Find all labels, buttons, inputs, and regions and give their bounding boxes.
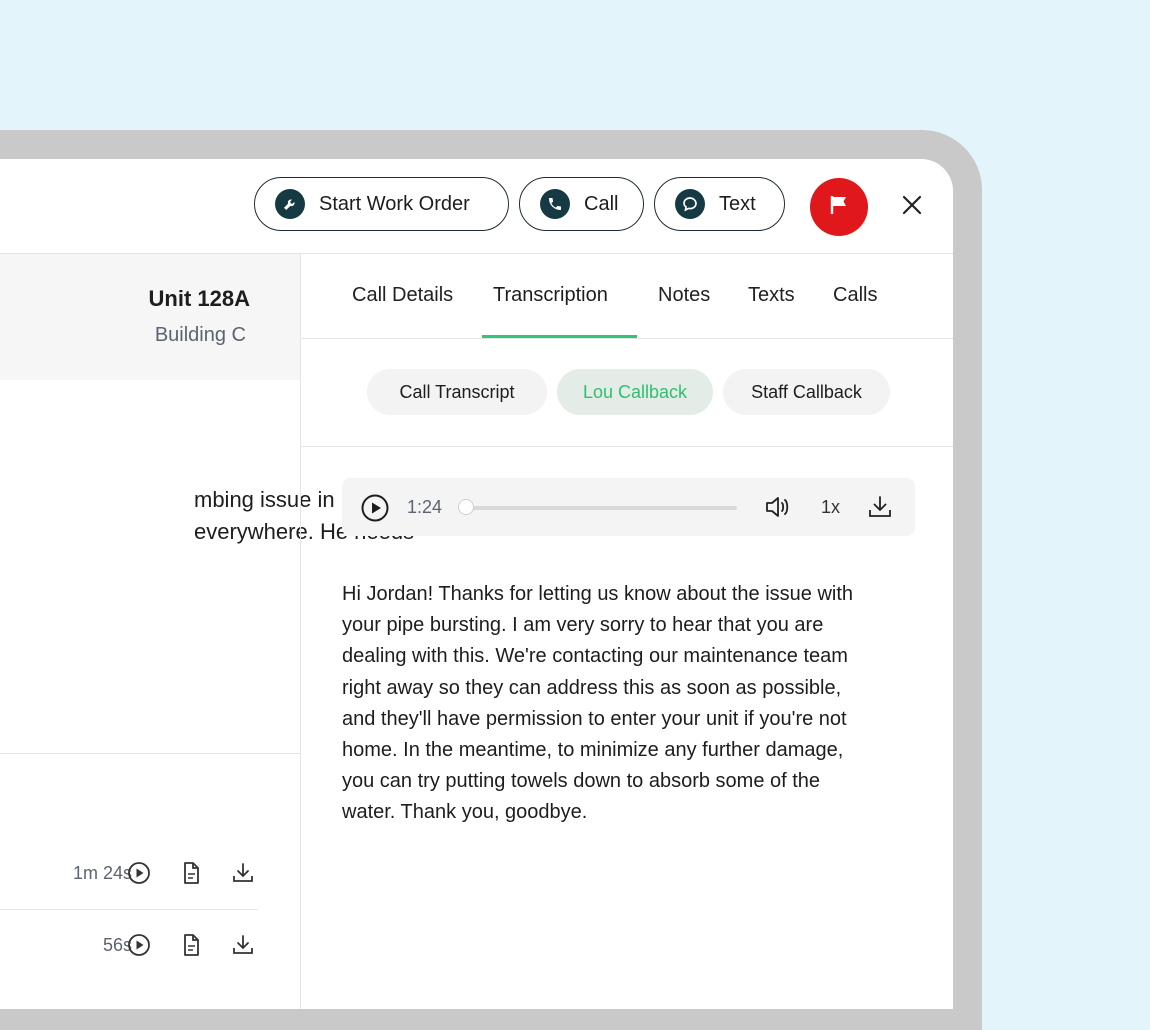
subtab-call-transcript[interactable]: Call Transcript [367,369,547,415]
text-button[interactable]: Text [654,177,785,231]
play-icon[interactable] [125,859,153,887]
start-work-order-label: Start Work Order [319,192,470,215]
transcript-line: and they'll have permission to enter you… [342,707,847,730]
text-label: Text [719,192,756,215]
download-icon[interactable] [866,493,894,526]
transcript-line: right away so they can address this as s… [342,676,842,699]
chat-bubble-icon [675,189,705,219]
unit-building: Building C [154,324,246,346]
tab-texts[interactable]: Texts [748,284,795,307]
active-tab-indicator [482,335,637,338]
recording-row: 56s [0,917,300,977]
tab-transcription[interactable]: Transcription [493,284,608,307]
close-button[interactable] [898,191,926,219]
transcript-line: you can try putting towels down to absor… [342,770,821,793]
app-screen: Start Work Order Call Text Unit 128A Bui… [0,159,953,1009]
detail-tabs: Call Details Transcription Notes Texts C… [301,254,953,339]
unit-header: Unit 128A Building C [0,254,300,380]
wrench-icon [275,189,305,219]
recording-duration: 1m 24s [72,863,132,883]
close-icon [898,195,926,223]
audio-player: 1:24 1x [342,478,915,536]
phone-icon [540,189,570,219]
transcript-source-tabs: Call Transcript Lou Callback Staff Callb… [301,339,953,447]
call-button[interactable]: Call [519,177,644,231]
transcript-line: water. Thank you, goodbye. [342,801,588,824]
document-icon[interactable] [177,931,205,959]
tab-call-details[interactable]: Call Details [352,284,453,307]
download-icon[interactable] [229,931,257,959]
seek-handle[interactable] [458,499,474,515]
flag-icon [827,193,851,222]
transcript-line: your pipe bursting. I am very sorry to h… [342,614,824,637]
recording-row: 1m 24s [0,845,300,905]
transcript-line: Hi Jordan! Thanks for letting us know ab… [342,583,854,605]
tab-calls[interactable]: Calls [833,284,877,307]
play-icon[interactable] [125,931,153,959]
divider [0,753,300,754]
top-bar: Start Work Order Call Text [0,159,953,254]
unit-title: Unit 128A [148,286,250,311]
call-label: Call [584,192,619,215]
volume-icon[interactable] [764,494,792,525]
subtab-staff-callback[interactable]: Staff Callback [723,369,890,415]
transcript-line: home. In the meantime, to minimize any f… [342,739,844,762]
flag-button[interactable] [810,178,868,236]
seek-bar[interactable] [464,506,737,510]
tab-notes[interactable]: Notes [658,284,710,307]
start-work-order-button[interactable]: Start Work Order [254,177,509,231]
transcript-text: Hi Jordan! Thanks for letting us know ab… [342,579,922,829]
transcript-line: dealing with this. We're contacting our … [342,645,848,668]
divider [0,909,258,910]
playback-speed[interactable]: 1x [821,497,840,518]
playback-time: 1:24 [407,497,443,517]
document-icon[interactable] [177,859,205,887]
play-icon[interactable] [360,493,390,528]
download-icon[interactable] [229,859,257,887]
subtab-lou-callback[interactable]: Lou Callback [557,369,713,415]
